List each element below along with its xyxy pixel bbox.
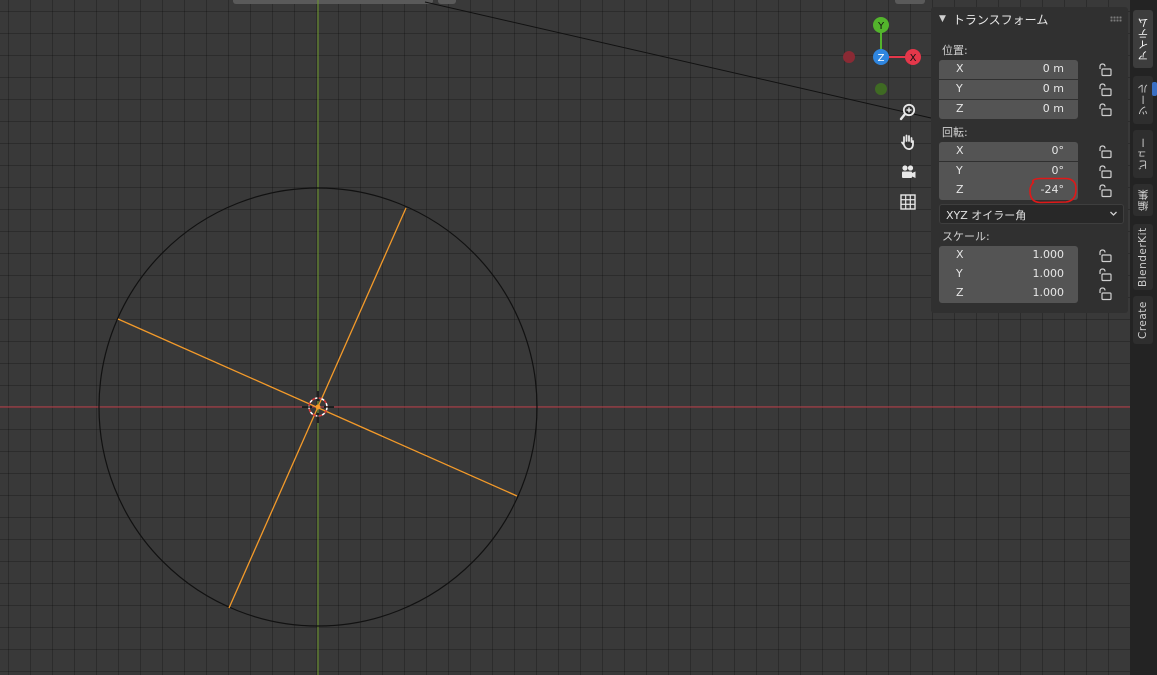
- axis-label: Y: [956, 82, 963, 95]
- sidebar-tab-strip: アイテム ツール ビュー 編集 BlenderKit Create: [1130, 0, 1157, 675]
- scale-z-lock-icon[interactable]: [1097, 286, 1113, 302]
- chevron-down-icon: [1110, 211, 1117, 216]
- red-highlight-annotation: [1029, 177, 1077, 204]
- axis-label: Y: [956, 164, 963, 177]
- camera-icon[interactable]: [895, 159, 921, 185]
- scale-z-field[interactable]: Z 1.000: [939, 284, 1078, 303]
- navigation-gizmo[interactable]: Y Z X: [835, 12, 925, 97]
- axis-label: Z: [956, 183, 964, 196]
- collapse-triangle-icon[interactable]: ▼: [939, 14, 946, 24]
- rotation-x-field[interactable]: X 0°: [939, 142, 1078, 161]
- axis-label: X: [956, 144, 964, 157]
- axis-label: Y: [956, 267, 963, 280]
- field-value: 0 m: [1042, 102, 1064, 115]
- field-value: 1.000: [1032, 286, 1065, 299]
- location-y-field[interactable]: Y 0 m: [939, 80, 1078, 99]
- rotation-label: 回転:: [942, 126, 968, 139]
- grid-icon[interactable]: [895, 189, 921, 215]
- 3d-cursor[interactable]: [302, 391, 334, 423]
- field-value: 1.000: [1032, 248, 1065, 261]
- location-x-field[interactable]: X 0 m: [939, 60, 1078, 79]
- rotation-z-lock-icon[interactable]: [1097, 183, 1113, 199]
- field-value: 0°: [1051, 164, 1065, 177]
- location-z-field[interactable]: Z 0 m: [939, 100, 1078, 119]
- zoom-icon[interactable]: [895, 99, 921, 125]
- panel-header[interactable]: ▼ トランスフォーム: [931, 7, 1128, 31]
- tab-blenderkit[interactable]: BlenderKit: [1133, 224, 1153, 290]
- tab-tool[interactable]: ツール: [1133, 76, 1153, 124]
- svg-text:Y: Y: [877, 21, 885, 32]
- transform-panel: ▼ トランスフォーム 位置: X 0 m Y 0 m Z 0 m 回転: X 0° Y 0…: [931, 7, 1128, 313]
- rotation-x-lock-icon[interactable]: [1097, 144, 1113, 160]
- svg-text:X: X: [910, 53, 917, 64]
- gizmo-neg-y[interactable]: [875, 83, 887, 95]
- gizmo-z-axis[interactable]: Z: [873, 49, 889, 65]
- panel-title: トランスフォーム: [952, 12, 1049, 27]
- field-value: 0 m: [1042, 62, 1064, 75]
- axis-label: X: [956, 62, 964, 75]
- field-value: 0°: [1051, 144, 1065, 157]
- scale-x-field[interactable]: X 1.000: [939, 246, 1078, 265]
- field-value: 1.000: [1032, 267, 1065, 280]
- tab-item[interactable]: アイテム: [1133, 10, 1153, 68]
- scale-y-lock-icon[interactable]: [1097, 267, 1113, 283]
- axis-label: Z: [956, 286, 964, 299]
- tab-create[interactable]: Create: [1133, 296, 1153, 344]
- location-label: 位置:: [942, 44, 968, 57]
- scale-label: スケール:: [942, 230, 990, 243]
- field-value: 0 m: [1042, 82, 1064, 95]
- scale-x-lock-icon[interactable]: [1097, 248, 1113, 264]
- gizmo-y-axis[interactable]: Y: [873, 17, 889, 33]
- location-z-lock-icon[interactable]: [1097, 102, 1113, 118]
- axis-label: Z: [956, 102, 964, 115]
- scale-y-field[interactable]: Y 1.000: [939, 265, 1078, 284]
- rotation-mode-dropdown[interactable]: XYZ オイラー角: [939, 204, 1124, 224]
- gizmo-x-axis[interactable]: X: [905, 49, 921, 65]
- pan-hand-icon[interactable]: [895, 129, 921, 155]
- svg-text:Z: Z: [878, 53, 885, 64]
- tab-edit[interactable]: 編集: [1133, 184, 1153, 216]
- location-y-lock-icon[interactable]: [1097, 82, 1113, 98]
- active-tab-accent: [1152, 82, 1157, 96]
- location-x-lock-icon[interactable]: [1097, 62, 1113, 78]
- tab-view[interactable]: ビュー: [1133, 130, 1153, 178]
- drag-grip-icon[interactable]: [1110, 16, 1122, 22]
- rotation-y-lock-icon[interactable]: [1097, 164, 1113, 180]
- dropdown-value: XYZ オイラー角: [946, 209, 1027, 222]
- axis-label: X: [956, 248, 964, 261]
- gizmo-neg-x[interactable]: [843, 51, 855, 63]
